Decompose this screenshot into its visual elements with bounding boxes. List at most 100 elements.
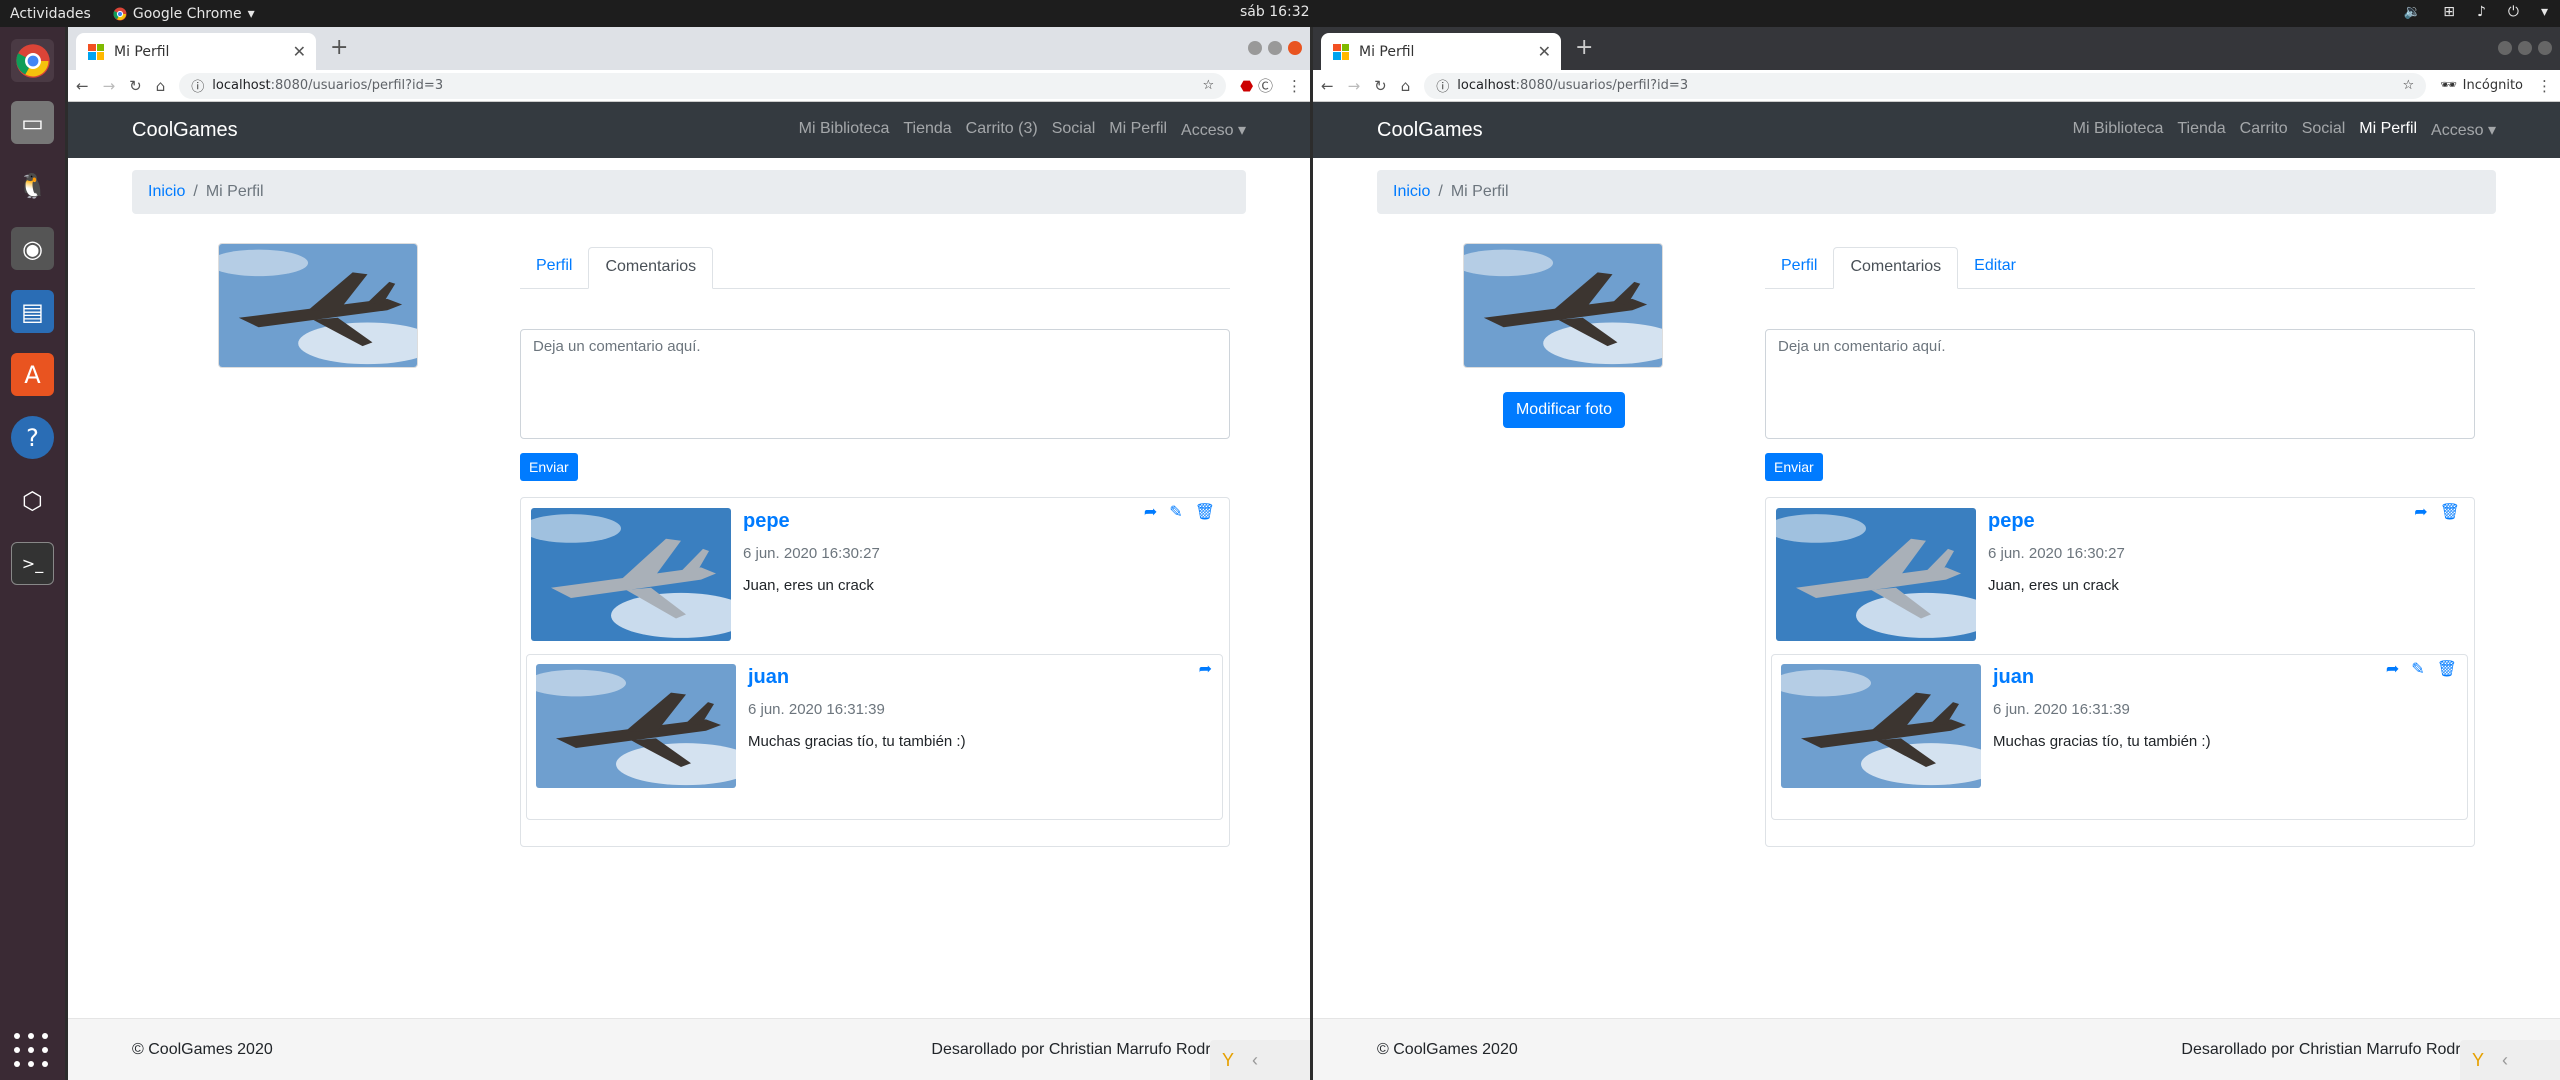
back-icon[interactable]: ← (1321, 77, 1334, 95)
address-bar[interactable]: ⓘ localhost:8080/usuarios/perfil?id=3 ☆ (1424, 72, 2427, 99)
minimize-icon[interactable] (1248, 41, 1262, 55)
close-window-icon[interactable] (1288, 41, 1302, 55)
extensions-area[interactable]: 🕶 Incógnito (2440, 78, 2523, 93)
delete-icon[interactable]: 🗑 (2437, 659, 2457, 678)
nav-link[interactable]: Acceso ▾ (2431, 120, 2496, 140)
comment-user[interactable]: pepe (743, 510, 880, 533)
browser-tab[interactable]: Mi Perfil ✕ (76, 33, 316, 70)
writer-icon[interactable]: ▤ (11, 290, 54, 333)
system-tray[interactable]: 🔉 ⊞ ♪ ⏻ ▾ (2404, 4, 2548, 20)
new-tab-icon[interactable]: + (1575, 35, 1593, 60)
power-icon[interactable]: ⏻ (2508, 4, 2519, 20)
nav-link[interactable]: Mi Perfil (2359, 120, 2417, 140)
help-icon[interactable]: ? (11, 416, 54, 459)
delete-icon[interactable]: 🗑 (2440, 502, 2460, 521)
minimize-icon[interactable] (2498, 41, 2512, 55)
forward-icon[interactable]: → (1348, 77, 1361, 95)
reload-icon[interactable]: ↻ (129, 77, 142, 95)
home-icon[interactable]: ⌂ (156, 77, 166, 95)
app-menu[interactable]: Google Chrome ▾ (113, 6, 255, 22)
close-tab-icon[interactable]: ✕ (293, 42, 306, 61)
info-icon[interactable]: ⓘ (1436, 76, 1449, 95)
tab-comentarios[interactable]: Comentarios (1833, 247, 1959, 289)
yii-debug-toolbar[interactable]: Y ‹ (2460, 1040, 2560, 1080)
activities-button[interactable]: Actividades (10, 6, 91, 22)
nav-link[interactable]: Mi Biblioteca (2073, 120, 2164, 140)
chrome-launcher-icon[interactable] (11, 39, 54, 82)
reply-icon[interactable]: ➦ (1199, 659, 1212, 678)
sound-icon[interactable]: ♪ (2477, 4, 2486, 20)
comment-user[interactable]: juan (1993, 666, 2211, 689)
nav-link[interactable]: Carrito (2240, 120, 2288, 140)
menu-kebab-icon[interactable]: ⋮ (1287, 77, 1302, 95)
reply-icon[interactable]: ➦ (2414, 502, 2427, 521)
site-brand[interactable]: CoolGames (132, 119, 238, 142)
terminal-icon[interactable]: >_ (11, 542, 54, 585)
new-tab-icon[interactable]: + (330, 35, 348, 60)
nav-link[interactable]: Social (1052, 120, 1096, 140)
nav-link[interactable]: Mi Perfil (1109, 120, 1167, 140)
forward-icon[interactable]: → (103, 77, 116, 95)
site-navbar: CoolGames Mi Biblioteca Tienda Carrito (3)… (68, 102, 1310, 158)
clock[interactable]: sáb 16:32 (1240, 4, 1310, 20)
volume-icon[interactable]: 🔉 (2404, 4, 2421, 20)
comment-textarea[interactable]: Deja un comentario aquí. (1765, 329, 2475, 439)
yii-logo-icon[interactable]: Y (1222, 1050, 1234, 1071)
bird-app-icon[interactable]: 🐧 (11, 164, 54, 207)
maximize-icon[interactable] (1268, 41, 1282, 55)
tab-perfil[interactable]: Perfil (520, 247, 588, 288)
nav-link[interactable]: Tienda (2177, 120, 2225, 140)
bookmark-star-icon[interactable]: ☆ (1202, 78, 1214, 93)
breadcrumb-home-link[interactable]: Inicio (1393, 183, 1430, 201)
nav-link[interactable]: Carrito (3) (966, 120, 1038, 140)
send-button[interactable]: Enviar (1765, 453, 1823, 481)
extensions-area[interactable]: ⬣ Ⓒ (1240, 75, 1273, 96)
rhythmbox-icon[interactable]: ◉ (11, 227, 54, 270)
software-center-icon[interactable]: A (11, 353, 54, 396)
reply-icon[interactable]: ➦ (2386, 659, 2399, 678)
reload-icon[interactable]: ↻ (1374, 77, 1387, 95)
address-bar[interactable]: ⓘ localhost:8080/usuarios/perfil?id=3 ☆ (179, 72, 1227, 99)
comment-textarea[interactable]: Deja un comentario aquí. (520, 329, 1230, 439)
menu-kebab-icon[interactable]: ⋮ (2537, 77, 2552, 95)
files-icon[interactable]: ▭ (11, 101, 54, 144)
close-window-icon[interactable] (2538, 41, 2552, 55)
bookmark-star-icon[interactable]: ☆ (2403, 78, 2415, 93)
edit-icon[interactable]: ✎ (2411, 659, 2424, 678)
site-brand[interactable]: CoolGames (1377, 119, 1483, 142)
info-icon[interactable]: ⓘ (191, 76, 204, 95)
nav-link[interactable]: Tienda (903, 120, 951, 140)
chevron-left-icon[interactable]: ‹ (1252, 1050, 1258, 1071)
edit-icon[interactable]: ✎ (1169, 502, 1182, 521)
yii-logo-icon[interactable]: Y (2472, 1050, 2484, 1071)
virtualbox-icon[interactable]: ⬡ (11, 479, 54, 522)
close-tab-icon[interactable]: ✕ (1538, 42, 1551, 61)
yii-debug-toolbar[interactable]: Y ‹ (1210, 1040, 1310, 1080)
chevron-left-icon[interactable]: ‹ (2502, 1050, 2508, 1071)
chevron-down-icon[interactable]: ▾ (2541, 4, 2548, 20)
breadcrumb-separator: / (193, 183, 198, 200)
maximize-icon[interactable] (2518, 41, 2532, 55)
comment-user[interactable]: pepe (1988, 510, 2125, 533)
network-icon[interactable]: ⊞ (2443, 4, 2455, 20)
breadcrumb-home-link[interactable]: Inicio (148, 183, 185, 201)
nav-link[interactable]: Acceso ▾ (1181, 120, 1246, 140)
nav-link[interactable]: Social (2302, 120, 2346, 140)
back-icon[interactable]: ← (76, 77, 89, 95)
browser-tab[interactable]: Mi Perfil ✕ (1321, 33, 1561, 70)
breadcrumb: Inicio / Mi Perfil (132, 170, 1246, 214)
profile-tabs: Perfil Comentarios (520, 247, 1230, 289)
home-icon[interactable]: ⌂ (1401, 77, 1411, 95)
send-button[interactable]: Enviar (520, 453, 578, 481)
delete-icon[interactable]: 🗑 (1195, 502, 1215, 521)
tab-perfil[interactable]: Perfil (1765, 247, 1833, 288)
comment-user[interactable]: juan (748, 666, 966, 689)
adblock-icon[interactable]: ⬣ (1240, 77, 1253, 95)
show-apps-icon[interactable] (14, 1033, 50, 1069)
modify-photo-button[interactable]: Modificar foto (1502, 392, 1626, 428)
tab-comentarios[interactable]: Comentarios (588, 247, 714, 289)
profile-avatar-icon[interactable]: Ⓒ (1258, 77, 1273, 95)
nav-link[interactable]: Mi Biblioteca (799, 120, 890, 140)
reply-icon[interactable]: ➦ (1144, 502, 1157, 521)
tab-editar[interactable]: Editar (1958, 247, 2032, 288)
